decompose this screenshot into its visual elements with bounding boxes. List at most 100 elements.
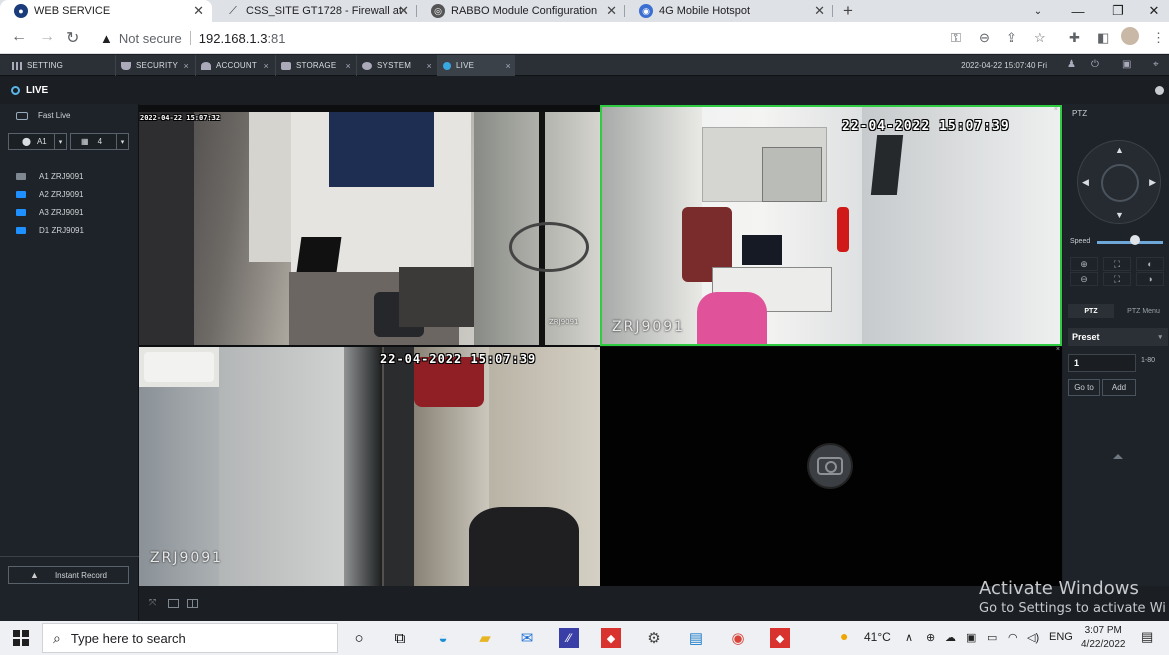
close-tab-icon[interactable]: ×	[506, 61, 511, 71]
battery-icon[interactable]: ▭	[987, 631, 997, 644]
tab-rabbo[interactable]: ◎ RABBO Module Configuration ✕	[417, 0, 625, 22]
layout-select[interactable]: ▦ 4 ▾	[70, 133, 129, 150]
wifi-icon[interactable]: ◠	[1008, 631, 1018, 644]
add-preset-button[interactable]: Add	[1102, 379, 1136, 396]
network-icon[interactable]: ⊕	[926, 631, 935, 644]
tab-search-icon[interactable]: ⌄	[1018, 0, 1058, 22]
arrow-right-icon[interactable]: ▶	[1149, 177, 1156, 188]
menu-storage[interactable]: STORAGE ×	[275, 55, 355, 76]
panel-toggle-icon[interactable]	[1155, 86, 1164, 95]
remote-desktop-icon[interactable]: ▤	[686, 628, 706, 648]
sidebar-icon[interactable]: ◧	[1097, 30, 1109, 46]
chrome-icon[interactable]: ◉	[728, 628, 748, 648]
weather-temperature[interactable]: 41°C	[864, 630, 891, 644]
close-tab-icon[interactable]: ✕	[398, 3, 409, 19]
menu-account[interactable]: ACCOUNT ×	[195, 55, 273, 76]
tab-4g-hotspot[interactable]: ◉ 4G Mobile Hotspot ✕	[625, 0, 833, 22]
restore-icon[interactable]: ❐	[1098, 0, 1138, 22]
close-tab-icon[interactable]: ×	[264, 61, 269, 71]
video-cell-3[interactable]: 22-04-2022 15:07:39 ZRJ9091 ×	[139, 347, 600, 586]
new-tab-button[interactable]: +	[833, 0, 863, 22]
notifications-icon[interactable]: ▤	[1141, 629, 1153, 645]
ptz-center-icon[interactable]	[1101, 164, 1139, 202]
focus-near-icon[interactable]: ⛶	[1103, 257, 1131, 271]
user-icon[interactable]: ♟	[1067, 59, 1076, 70]
iris-close-icon[interactable]: ◑	[1136, 272, 1164, 286]
channel-item-d1[interactable]: D1 ZRJ9091	[16, 226, 84, 235]
fit-screen-icon[interactable]: ⤧	[149, 597, 160, 607]
arrow-up-icon[interactable]: ▲	[1115, 145, 1124, 155]
zoom-icon[interactable]: ⊖	[979, 30, 990, 46]
reload-icon[interactable]: ↻	[66, 28, 79, 48]
menu-kebab-icon[interactable]: ⋮	[1152, 30, 1165, 46]
taskbar-search-input[interactable]: ⌕ Type here to search	[42, 623, 338, 653]
tab-web-service[interactable]: ● WEB SERVICE ✕	[0, 0, 212, 22]
windows-start-icon[interactable]	[13, 630, 29, 646]
collapse-icon[interactable]	[1113, 454, 1123, 459]
single-view-icon[interactable]	[168, 599, 179, 608]
tab-css-site[interactable]: ⟋ CSS_SITE GT1728 - Firewall at no ✕	[212, 0, 417, 22]
camera-icon[interactable]	[807, 443, 853, 489]
weather-sun-icon[interactable]: ●	[840, 628, 848, 644]
bookmark-star-icon[interactable]: ☆	[1034, 30, 1046, 46]
close-tab-icon[interactable]: ×	[427, 61, 432, 71]
preset-number-input[interactable]: 1	[1068, 354, 1136, 372]
menu-live[interactable]: LIVE ×	[437, 55, 515, 76]
close-tab-icon[interactable]: ✕	[814, 3, 825, 19]
tab-ptz[interactable]: PTZ	[1068, 304, 1114, 318]
zoom-out-icon[interactable]: ⊖	[1070, 272, 1098, 286]
channel-item-a3[interactable]: A3 ZRJ9091	[16, 208, 83, 217]
chevron-up-icon[interactable]: ∧	[905, 631, 913, 644]
minimize-icon[interactable]: —	[1058, 0, 1098, 22]
anydesk-icon[interactable]: ◆	[770, 628, 790, 648]
profile-avatar[interactable]	[1121, 27, 1139, 45]
logout-icon[interactable]: ⏻	[1091, 59, 1099, 70]
goto-preset-button[interactable]: Go to	[1068, 379, 1100, 396]
video-cell-2[interactable]: 22-04-2022 15:07:39 ZRJ9091 ×	[600, 105, 1062, 346]
zoom-in-icon[interactable]: ⊕	[1070, 257, 1098, 271]
anydesk-icon[interactable]: ◆	[601, 628, 621, 648]
volume-icon[interactable]: ◁)	[1027, 631, 1039, 644]
task-view-icon[interactable]: ⧉	[390, 628, 410, 648]
stream-select[interactable]: ⬤ A1 ▾	[8, 133, 67, 150]
taskbar-clock[interactable]: 3:07 PM 4/22/2022	[1081, 624, 1126, 652]
split-view-icon[interactable]	[187, 599, 198, 608]
app-icon[interactable]: ⁄⁄	[559, 628, 579, 648]
language-indicator[interactable]: ENG	[1049, 631, 1073, 643]
close-window-icon[interactable]: ✕	[1134, 0, 1169, 22]
settings-gear-icon[interactable]: ⚙	[644, 628, 664, 648]
channel-item-a1[interactable]: A1 ZRJ9091	[16, 172, 83, 181]
close-tab-icon[interactable]: ✕	[606, 3, 617, 19]
edge-icon[interactable]: ◒	[433, 628, 453, 648]
tab-ptz-menu[interactable]: PTZ Menu	[1118, 304, 1169, 318]
arrow-down-icon[interactable]: ▼	[1115, 210, 1124, 220]
iris-open-icon[interactable]: ◐	[1136, 257, 1164, 271]
security-label[interactable]: Not secure	[119, 31, 182, 46]
forward-icon[interactable]: →	[39, 28, 55, 46]
omnibox[interactable]: ▲ Not secure 192.168.1.3 :81	[92, 26, 942, 50]
fullscreen-icon[interactable]: ▣	[1122, 59, 1131, 70]
video-cell-1[interactable]: 2022-04-22 15:07:32 ZRJ9091	[139, 112, 600, 345]
close-icon[interactable]: ×	[1054, 107, 1058, 113]
pin-icon[interactable]: ⌖	[1153, 59, 1159, 70]
ptz-direction-pad[interactable]: ▲ ▼ ◀ ▶	[1077, 140, 1161, 224]
mail-icon[interactable]: ✉	[517, 628, 537, 648]
display-icon[interactable]: ▣	[966, 631, 976, 644]
key-icon[interactable]: ⚿	[951, 30, 961, 46]
file-explorer-icon[interactable]: ▰	[475, 628, 495, 648]
share-icon[interactable]: ⇪	[1006, 30, 1017, 46]
menu-security[interactable]: SECURITY ×	[115, 55, 193, 76]
preset-header[interactable]: Preset ▾	[1068, 328, 1168, 346]
channel-item-a2[interactable]: A2 ZRJ9091	[16, 190, 83, 199]
back-icon[interactable]: ←	[11, 28, 27, 46]
fast-live-toggle[interactable]: Fast Live	[16, 111, 70, 120]
instant-record-button[interactable]: ▲ Instant Record	[8, 566, 129, 584]
arrow-left-icon[interactable]: ◀	[1082, 177, 1089, 188]
close-tab-icon[interactable]: ×	[184, 61, 189, 71]
cortana-icon[interactable]: ○	[349, 628, 369, 648]
close-icon[interactable]: ×	[1056, 347, 1060, 353]
menu-setting[interactable]: SETTING	[12, 55, 116, 76]
menu-system[interactable]: SYSTEM ×	[356, 55, 436, 76]
video-cell-4[interactable]: ×	[600, 347, 1062, 586]
close-tab-icon[interactable]: ×	[346, 61, 351, 71]
